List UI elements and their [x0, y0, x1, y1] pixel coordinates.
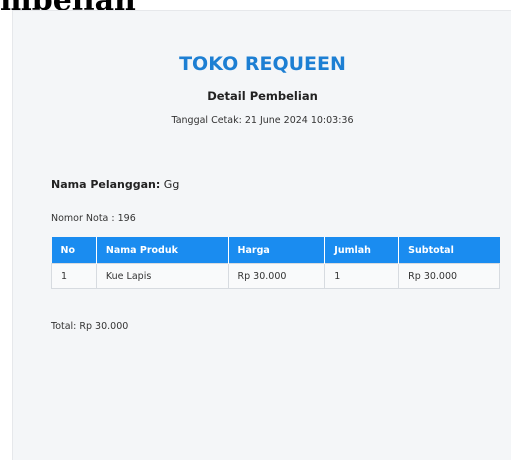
customer-label: Nama Pelanggan: — [51, 178, 161, 191]
cell-no: 1 — [51, 263, 97, 289]
cell-price: Rp 30.000 — [227, 263, 326, 289]
column-header-price: Harga — [228, 237, 326, 264]
cell-product: Kue Lapis — [95, 263, 229, 289]
store-name: TOKO REQUEEN — [179, 53, 346, 75]
cell-subtotal: Rp 30.000 — [398, 263, 500, 289]
column-header-quantity: Jumlah — [324, 237, 400, 264]
table-row: 1 Kue Lapis Rp 30.000 1 Rp 30.000 — [51, 263, 500, 289]
cell-quantity: 1 — [324, 263, 400, 289]
print-date: Tanggal Cetak: 21 June 2024 10:03:36 — [171, 115, 354, 126]
receipt-number: Nomor Nota : 196 — [51, 213, 136, 224]
receipt-sheet: TOKO REQUEEN Detail Pembelian Tanggal Ce… — [12, 10, 511, 460]
column-header-no: No — [51, 237, 97, 264]
column-header-product: Nama Produk — [96, 237, 229, 264]
document-title: Detail Pembelian — [207, 89, 318, 103]
customer-line: Nama Pelanggan: Gg — [51, 178, 179, 191]
total-amount: Total: Rp 30.000 — [51, 321, 129, 332]
customer-name: Gg — [163, 178, 180, 191]
table-header-row: No Nama Produk Harga Jumlah Subtotal — [51, 237, 500, 264]
column-header-subtotal: Subtotal — [398, 237, 500, 264]
purchase-table: No Nama Produk Harga Jumlah Subtotal 1 K… — [51, 237, 500, 289]
